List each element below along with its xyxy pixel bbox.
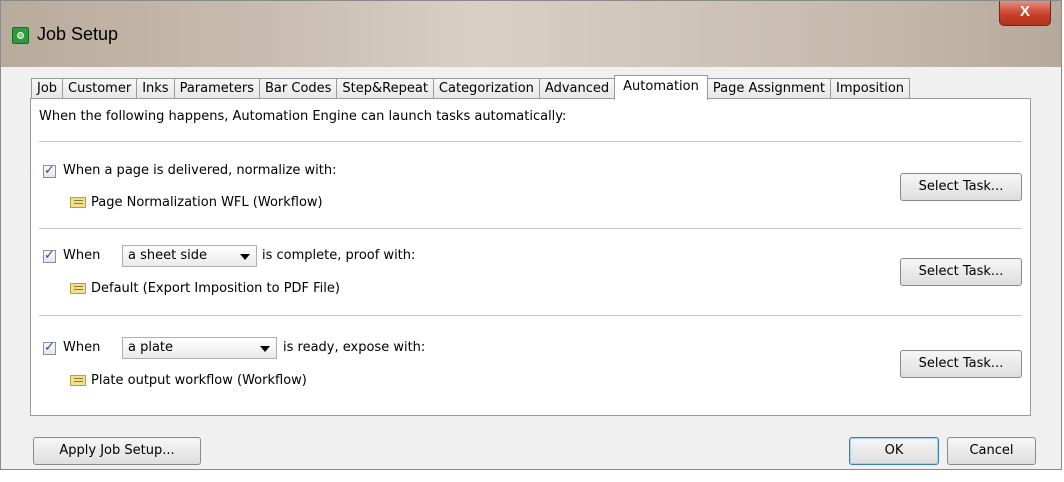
automation-panel: When the following happens, Automation E… — [30, 98, 1031, 416]
proof-trigger-select[interactable]: a sheet side — [122, 245, 257, 267]
expose-when-label: When — [63, 340, 101, 355]
divider — [39, 141, 1022, 142]
workflow-icon — [70, 375, 86, 386]
title-bar: Job Setup X — [1, 1, 1061, 67]
proof-trigger-value: a sheet side — [128, 248, 207, 263]
expose-trigger-select[interactable]: a plate — [122, 337, 277, 359]
proof-suffix-label: is complete, proof with: — [262, 248, 416, 263]
normalize-task: Page Normalization WFL (Workflow) — [91, 195, 323, 210]
apply-job-setup-button[interactable]: Apply Job Setup... — [33, 437, 201, 465]
divider — [39, 315, 1022, 316]
tab-parameters[interactable]: Parameters — [173, 78, 260, 99]
tab-advanced[interactable]: Advanced — [538, 78, 616, 99]
tab-bar-codes[interactable]: Bar Codes — [259, 78, 338, 99]
cancel-button[interactable]: Cancel — [947, 437, 1036, 465]
tab-automation[interactable]: Automation — [614, 75, 708, 100]
window-title: Job Setup — [37, 24, 119, 44]
chevron-down-icon — [260, 346, 270, 352]
select-task-expose-button[interactable]: Select Task... — [900, 350, 1022, 378]
select-task-normalize-button[interactable]: Select Task... — [900, 173, 1022, 201]
proof-checkbox[interactable] — [43, 248, 56, 263]
app-icon — [12, 27, 29, 44]
tab-job[interactable]: Job — [31, 78, 64, 99]
tab-categorization[interactable]: Categorization — [432, 78, 540, 99]
normalize-label: When a page is delivered, normalize with… — [63, 163, 337, 178]
close-button[interactable]: X — [999, 1, 1051, 26]
expose-suffix-label: is ready, expose with: — [283, 340, 426, 355]
ok-button[interactable]: OK — [849, 437, 939, 465]
tab-step-repeat[interactable]: Step&Repeat — [336, 78, 434, 99]
tab-imposition[interactable]: Imposition — [830, 78, 911, 99]
tab-inks[interactable]: Inks — [136, 78, 175, 99]
proof-when-label: When — [63, 248, 101, 263]
expose-trigger-value: a plate — [128, 340, 174, 355]
expose-checkbox[interactable] — [43, 340, 56, 355]
chevron-down-icon — [240, 254, 250, 260]
normalize-checkbox[interactable] — [43, 163, 56, 178]
tab-page-assignment[interactable]: Page Assignment — [706, 78, 832, 99]
proof-task: Default (Export Imposition to PDF File) — [91, 281, 340, 296]
job-setup-dialog: Job Setup X Job Customer Inks Parameters… — [0, 0, 1062, 470]
tab-bar: Job Customer Inks Parameters Bar Codes S… — [31, 75, 911, 100]
workflow-icon — [70, 197, 86, 208]
tab-customer[interactable]: Customer — [62, 78, 138, 99]
divider — [39, 228, 1022, 229]
select-task-proof-button[interactable]: Select Task... — [900, 258, 1022, 286]
expose-task: Plate output workflow (Workflow) — [91, 373, 307, 388]
workflow-icon — [70, 283, 86, 294]
intro-text: When the following happens, Automation E… — [39, 109, 567, 124]
dialog-body: Job Customer Inks Parameters Bar Codes S… — [11, 67, 1051, 465]
